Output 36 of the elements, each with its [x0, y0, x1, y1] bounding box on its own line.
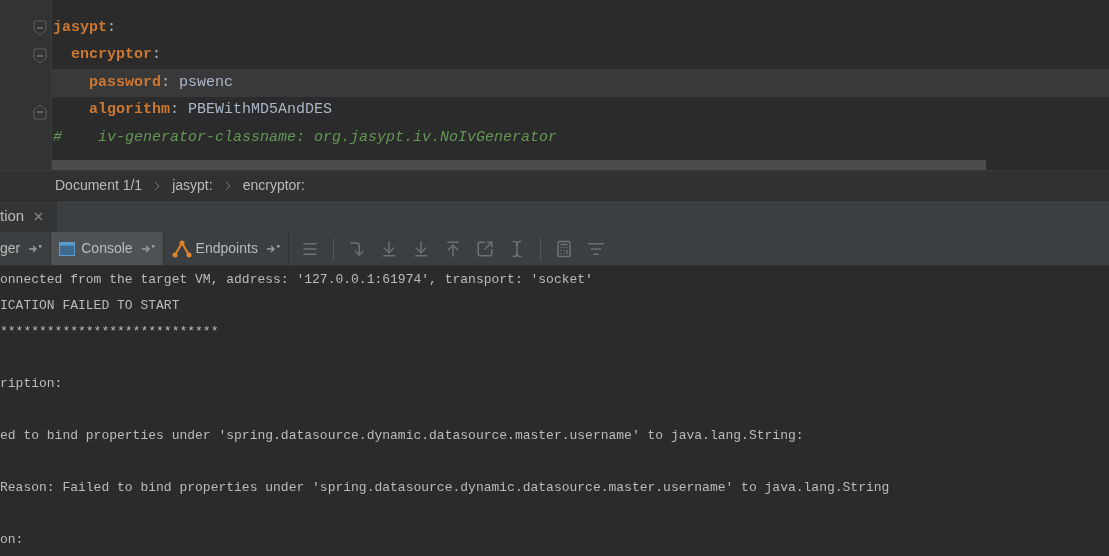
toolbar-tab[interactable]: ger: [0, 232, 52, 265]
horizontal-scrollbar[interactable]: [52, 160, 986, 170]
tab-label: Console: [81, 239, 133, 258]
yaml-key: encryptor: [71, 44, 152, 67]
fold-end-icon[interactable]: [33, 104, 47, 120]
yaml-key: jasypt: [53, 16, 107, 40]
yaml-colon: :: [152, 45, 162, 66]
console-line: ICATION FAILED TO START: [0, 297, 180, 316]
yaml-colon: :: [161, 72, 171, 93]
breadcrumb-item[interactable]: jasypt:: [172, 175, 213, 196]
toolbar-tab[interactable]: Console: [51, 232, 164, 265]
tab-label: ger: [0, 239, 21, 258]
yaml-colon: :: [170, 100, 180, 121]
breadcrumb-item[interactable]: Document 1/1: [55, 175, 143, 196]
chevron-icon: [224, 180, 231, 191]
fold-start-icon[interactable]: [33, 48, 47, 64]
yaml-key: password: [89, 71, 161, 95]
fold-start-icon[interactable]: [33, 20, 47, 36]
console-line: ****************************: [0, 323, 219, 342]
console-line: onnected from the target VM, address: '127.0.0.1:61974', transport: 'socket': [0, 271, 593, 290]
breadcrumb-item[interactable]: encryptor:: [242, 175, 305, 196]
console-line: ription:: [0, 375, 63, 394]
console-line: on:: [0, 531, 24, 550]
console-icon: [59, 240, 76, 257]
yaml-key: algorithm: [89, 99, 170, 122]
tool-window-tab[interactable]: tion: [0, 201, 58, 232]
chevron-icon: [154, 180, 161, 191]
tab-label: tion: [0, 206, 25, 227]
tab-label: Endpoints: [195, 239, 258, 258]
yaml-value: pswenc: [179, 72, 234, 93]
endpoints-icon: [171, 239, 192, 258]
yaml-colon: :: [107, 17, 117, 38]
console-line: ed to bind properties under 'spring.datasource.dynamic.datasource.master.username' to java.lang.String:: [0, 427, 804, 446]
yaml-value: PBEWithMD5AndDES: [188, 100, 333, 121]
code-comment: # iv-generator-classname: org.jasypt.iv.NoIvGenerator: [53, 128, 558, 149]
console-line: Reason: Failed to bind properties under 'spring.datasource.dynamic.datasource.master.username' to java.lang.String: [0, 479, 890, 498]
